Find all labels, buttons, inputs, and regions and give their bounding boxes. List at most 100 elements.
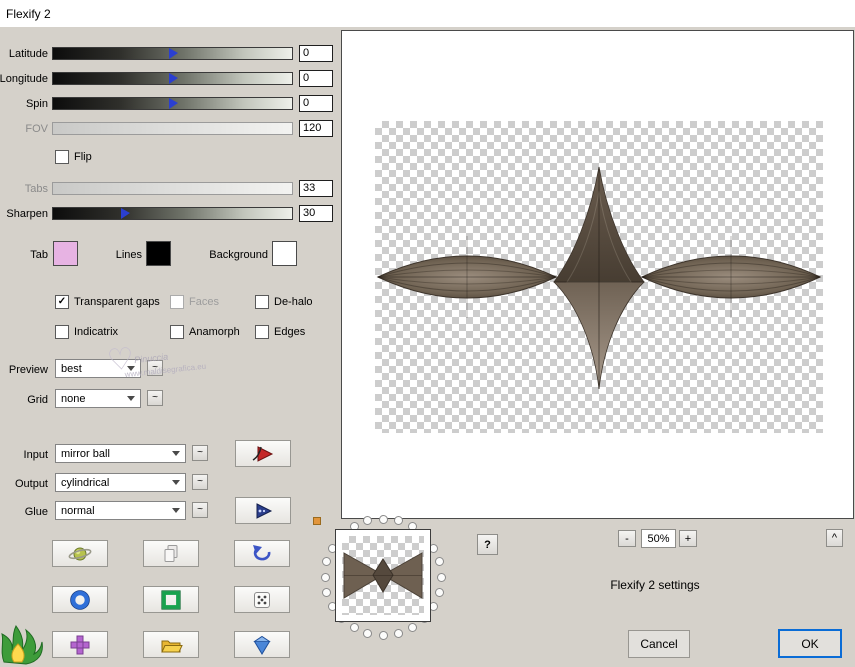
collapse-button[interactable]: ^ xyxy=(826,529,843,547)
preview-dropdown-value: best xyxy=(61,362,82,375)
flip-checkbox-box[interactable] xyxy=(55,150,69,164)
grid-dropdown-label: Grid xyxy=(27,394,48,406)
sharpen-slider-thumb[interactable] xyxy=(120,208,130,219)
undo-button[interactable] xyxy=(234,540,290,567)
dice-button[interactable] xyxy=(234,586,290,613)
checkbox-anamorph[interactable]: Anamorph xyxy=(170,325,240,339)
checkbox-label: De-halo xyxy=(274,296,313,308)
spin-row: Spin 0 xyxy=(0,95,340,113)
chevron-down-icon xyxy=(172,480,180,485)
copy-page-icon xyxy=(164,544,178,562)
dial-dot xyxy=(349,622,359,632)
zoom-in-button[interactable]: + xyxy=(679,530,697,547)
ring-button[interactable] xyxy=(52,586,108,613)
cross-button[interactable] xyxy=(52,631,108,658)
checkbox-box[interactable] xyxy=(170,325,184,339)
blue-arrow-icon xyxy=(256,502,273,519)
dial-dot xyxy=(378,514,388,524)
longitude-slider[interactable] xyxy=(52,72,293,85)
gem-button[interactable] xyxy=(234,631,290,658)
glue-dropdown[interactable]: normal xyxy=(55,501,186,520)
chevron-down-icon xyxy=(172,451,180,456)
flip-checkbox[interactable]: Flip xyxy=(55,150,92,164)
preview-dropdown-label: Preview xyxy=(8,364,48,376)
dial-dot xyxy=(407,622,417,632)
blue-gem-icon xyxy=(253,635,271,655)
help-button[interactable]: ? xyxy=(477,534,498,555)
latitude-slider[interactable] xyxy=(52,47,293,60)
flame-logo-icon xyxy=(1,625,43,665)
output-dropdown[interactable]: cylindrical xyxy=(55,473,186,492)
checkbox-box[interactable] xyxy=(255,295,269,309)
preview-dropdown[interactable]: best xyxy=(55,359,141,378)
fov-row: FOV 120 xyxy=(0,120,340,138)
input-cycle-button[interactable]: ~ xyxy=(192,445,208,461)
checkbox-box xyxy=(170,295,184,309)
grid-dropdown[interactable]: none xyxy=(55,389,141,408)
sharpen-label: Sharpen xyxy=(6,208,48,220)
checkbox-box[interactable] xyxy=(255,325,269,339)
longitude-label: Longitude xyxy=(0,73,48,85)
checkbox-indicatrix[interactable]: Indicatrix xyxy=(55,325,118,339)
latitude-value[interactable]: 0 xyxy=(299,45,333,62)
flip-label: Flip xyxy=(74,151,92,163)
output-dropdown-label: Output xyxy=(14,478,48,490)
preview-panel[interactable] xyxy=(341,30,854,519)
preview-canvas[interactable] xyxy=(375,121,823,433)
sharpen-slider[interactable] xyxy=(52,207,293,220)
glue-dropdown-label: Glue xyxy=(24,506,48,518)
output-cycle-button[interactable]: ~ xyxy=(192,474,208,490)
fov-value[interactable]: 120 xyxy=(299,120,333,137)
spin-slider[interactable] xyxy=(52,97,293,110)
copy-button[interactable] xyxy=(143,540,199,567)
sharpen-value[interactable]: 30 xyxy=(299,205,333,222)
tabs-row: Tabs 33 xyxy=(0,180,340,198)
grid-cycle-button[interactable]: ~ xyxy=(147,390,163,406)
latitude-slider-thumb[interactable] xyxy=(168,48,178,59)
fov-slider[interactable] xyxy=(52,122,293,135)
checkbox-box[interactable]: ✓ xyxy=(55,295,69,309)
window-title: Flexify 2 xyxy=(6,6,51,21)
frame-button[interactable] xyxy=(143,586,199,613)
ok-button[interactable]: OK xyxy=(778,629,842,658)
input-dropdown[interactable]: mirror ball xyxy=(55,444,186,463)
chevron-down-icon xyxy=(127,396,135,401)
tab-color-swatch[interactable] xyxy=(53,241,78,266)
tab-color-label: Tab xyxy=(30,249,48,261)
folder-button[interactable] xyxy=(143,631,199,658)
glue-cycle-button[interactable]: ~ xyxy=(192,502,208,518)
checkbox-transparent-gaps[interactable]: ✓ Transparent gaps xyxy=(55,295,160,309)
folder-icon xyxy=(161,640,183,652)
tabs-slider[interactable] xyxy=(52,182,293,195)
latitude-row: Latitude 0 xyxy=(0,45,340,63)
input-dropdown-value: mirror ball xyxy=(61,447,110,460)
zoom-out-button[interactable]: - xyxy=(618,530,636,547)
spin-slider-thumb[interactable] xyxy=(168,98,178,109)
longitude-slider-thumb[interactable] xyxy=(168,73,178,84)
checkbox-de-halo[interactable]: De-halo xyxy=(255,295,313,309)
thumbnail-box[interactable] xyxy=(335,529,431,622)
cancel-button[interactable]: Cancel xyxy=(628,630,690,658)
glue-action-button[interactable] xyxy=(235,497,291,524)
thumbnail-render xyxy=(343,552,423,599)
checkbox-faces: Faces xyxy=(170,295,219,309)
planet-icon xyxy=(68,547,92,560)
input-dropdown-label: Input xyxy=(23,449,48,461)
dial-marker[interactable] xyxy=(313,517,321,525)
longitude-value[interactable]: 0 xyxy=(299,70,333,87)
checkbox-box[interactable] xyxy=(55,325,69,339)
spin-label: Spin xyxy=(25,98,48,110)
spin-value[interactable]: 0 xyxy=(299,95,333,112)
longitude-row: Longitude 0 xyxy=(0,70,340,88)
flexify-dialog: Flexify 2 Latitude 0 Longitude 0 Spin 0 … xyxy=(0,0,855,667)
dial-dot xyxy=(436,572,446,582)
checkbox-edges[interactable]: Edges xyxy=(255,325,305,339)
input-action-button[interactable] xyxy=(235,440,291,467)
undo-arrow-icon xyxy=(253,544,271,560)
planet-button[interactable] xyxy=(52,540,108,567)
tabs-value[interactable]: 33 xyxy=(299,180,333,197)
preview-cycle-button[interactable]: ~ xyxy=(147,360,163,376)
purple-cross-icon xyxy=(70,635,90,654)
lines-color-swatch[interactable] xyxy=(146,241,171,266)
background-color-swatch[interactable] xyxy=(272,241,297,266)
